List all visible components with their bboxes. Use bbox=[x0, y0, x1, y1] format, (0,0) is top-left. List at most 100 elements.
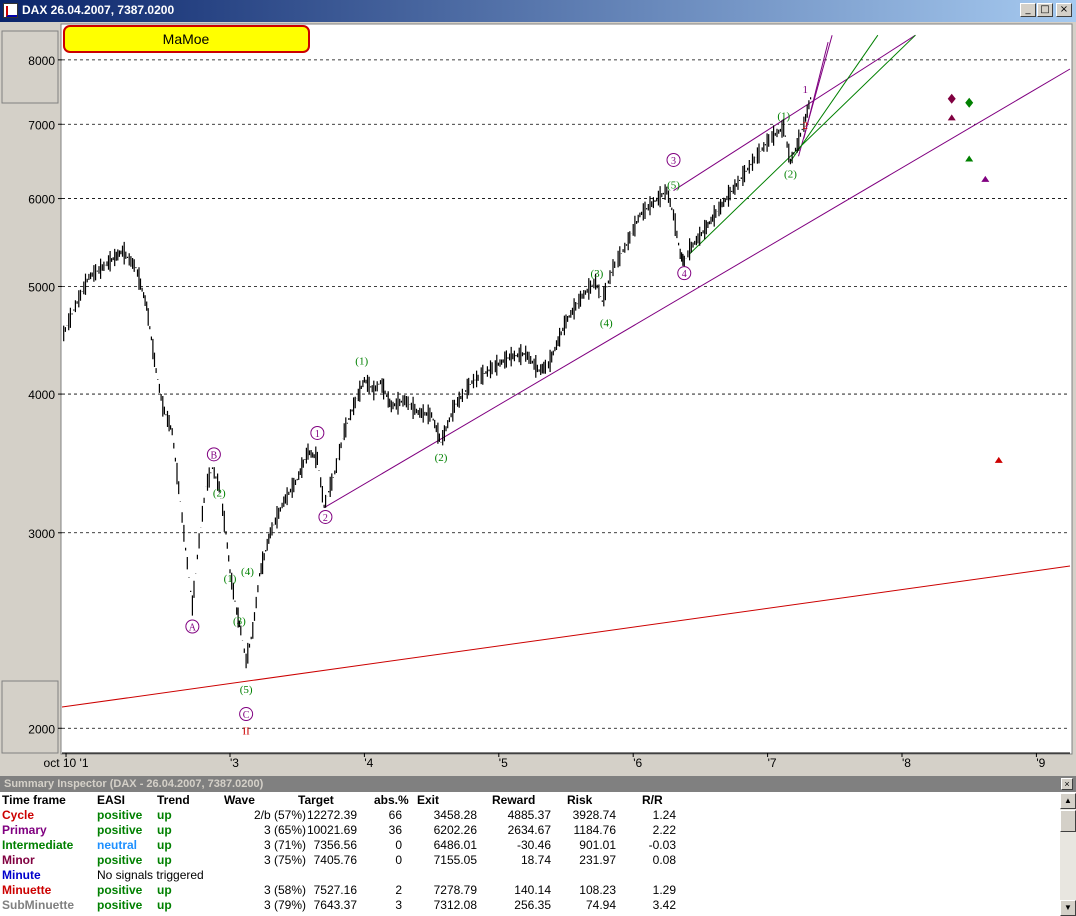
wave-label: (4) bbox=[600, 318, 613, 330]
wave-label: (3) bbox=[590, 268, 603, 280]
wave-label: (2) bbox=[213, 488, 226, 500]
cell-reward: 4885.37 bbox=[507, 808, 551, 822]
cell-reward: 140.14 bbox=[514, 883, 551, 897]
wave-label: II bbox=[242, 726, 250, 738]
cell-time-frame: Minor bbox=[2, 853, 35, 867]
col-risk: Risk bbox=[567, 793, 593, 807]
cell-reward: -30.46 bbox=[516, 838, 551, 852]
cell-trend: up bbox=[157, 898, 172, 912]
wave-label: (2) bbox=[784, 169, 797, 181]
cell-target: 12272.39 bbox=[306, 808, 357, 822]
cell-easi: positive bbox=[97, 883, 143, 897]
cell-time-frame: Minuette bbox=[2, 883, 52, 897]
cell-wave: 3 (79%) bbox=[263, 898, 306, 912]
maximize-button[interactable]: □ bbox=[1037, 3, 1053, 17]
x-tick-label: '8 bbox=[902, 756, 911, 770]
cell-trend: up bbox=[157, 838, 172, 852]
cell-time-frame: Primary bbox=[2, 823, 47, 837]
wave-label: C bbox=[243, 710, 250, 721]
cell-risk: 3928.74 bbox=[572, 808, 616, 822]
x-tick-label: '5 bbox=[499, 756, 508, 770]
scroll-down-icon[interactable]: ▼ bbox=[1060, 900, 1076, 916]
price-chart: 2000 3000 4000 5000 6000 7000 8000 oct 10 '1 '3… bbox=[0, 22, 1076, 776]
cell-time-frame: SubMinuette bbox=[2, 898, 74, 912]
cell-exit: 7312.08 bbox=[433, 898, 477, 912]
cell-easi: positive bbox=[97, 853, 143, 867]
wave-label: 4 bbox=[682, 269, 687, 280]
close-button[interactable]: × bbox=[1056, 3, 1072, 17]
cell-rr: 2.22 bbox=[652, 823, 676, 837]
cell-risk: 74.94 bbox=[585, 898, 616, 912]
cell-wave: 3 (75%) bbox=[263, 853, 306, 867]
axis-scroll-bottom[interactable] bbox=[1, 680, 59, 754]
inspector-scrollbar[interactable]: ▲ ▼ bbox=[1060, 793, 1076, 916]
cell-rr: -0.03 bbox=[648, 838, 676, 852]
wave-label: (4) bbox=[241, 566, 254, 578]
cell-trend: up bbox=[157, 883, 172, 897]
wave-label: B bbox=[211, 450, 218, 461]
inspector-close-button[interactable]: × bbox=[1061, 778, 1073, 790]
cell-time-frame: Minute bbox=[2, 868, 41, 882]
wave-label: (1) bbox=[224, 573, 237, 585]
cell-abs: 3 bbox=[395, 898, 402, 912]
y-tick-label: 6000 bbox=[28, 193, 55, 207]
cell-easi: neutral bbox=[97, 838, 138, 852]
cell-reward: 2634.67 bbox=[507, 823, 551, 837]
minimize-button[interactable]: _ bbox=[1020, 3, 1036, 17]
cell-abs: 36 bbox=[388, 823, 402, 837]
wave-label: 2 bbox=[323, 513, 328, 524]
wave-label: (3) bbox=[233, 616, 246, 628]
cell-reward: 256.35 bbox=[514, 898, 551, 912]
plot-area bbox=[60, 23, 1073, 755]
wave-label: 1 bbox=[802, 84, 808, 96]
cell-exit: 7155.05 bbox=[433, 853, 477, 867]
x-tick-label: '3 bbox=[230, 756, 239, 770]
cell-easi: No signals triggered bbox=[97, 868, 204, 882]
badge[interactable]: MaMoe bbox=[63, 25, 310, 53]
cell-easi: positive bbox=[97, 823, 143, 837]
badge-label: MaMoe bbox=[163, 31, 210, 47]
title-bar: DAX 26.04.2007, 7387.0200 _ □ × bbox=[0, 0, 1076, 22]
cell-abs: 66 bbox=[388, 808, 402, 822]
cell-rr: 0.08 bbox=[652, 853, 676, 867]
cell-trend: up bbox=[157, 808, 172, 822]
summary-inspector: Summary Inspector (DAX - 26.04.2007, 738… bbox=[0, 776, 1076, 916]
cell-risk: 108.23 bbox=[579, 883, 616, 897]
col-target: Target bbox=[298, 793, 334, 807]
col-trend: Trend bbox=[157, 793, 190, 807]
y-tick-label: 2000 bbox=[28, 722, 55, 736]
x-tick-label: oct 10 '1 bbox=[44, 756, 89, 770]
cell-time-frame: Cycle bbox=[2, 808, 35, 822]
wave-label: A bbox=[189, 623, 197, 634]
col-time-frame: Time frame bbox=[2, 793, 66, 807]
cell-trend: up bbox=[157, 853, 172, 867]
chart-app-icon bbox=[3, 3, 18, 18]
cell-abs: 0 bbox=[395, 853, 402, 867]
x-tick-label: '6 bbox=[633, 756, 642, 770]
wave-label: (1) bbox=[777, 110, 790, 122]
cell-rr: 1.29 bbox=[652, 883, 676, 897]
cell-wave: 2/b (57%) bbox=[253, 808, 306, 822]
cell-target: 7405.76 bbox=[313, 853, 357, 867]
y-tick-label: 5000 bbox=[28, 280, 55, 294]
cell-risk: 1184.76 bbox=[573, 823, 617, 837]
cell-rr: 3.42 bbox=[652, 898, 676, 912]
wave-label: 1 bbox=[315, 429, 320, 440]
y-tick-label: 3000 bbox=[28, 527, 55, 541]
cell-abs: 2 bbox=[395, 883, 402, 897]
col-reward: Reward bbox=[492, 793, 536, 807]
cell-wave: 3 (71%) bbox=[263, 838, 306, 852]
cell-exit: 7278.79 bbox=[433, 883, 477, 897]
wave-label: (5) bbox=[667, 179, 680, 191]
cell-wave: 3 (65%) bbox=[263, 823, 306, 837]
scroll-up-icon[interactable]: ▲ bbox=[1060, 793, 1076, 809]
cell-easi: positive bbox=[97, 808, 143, 822]
cell-rr: 1.24 bbox=[652, 808, 676, 822]
wave-label: (2) bbox=[435, 452, 448, 464]
cell-target: 7643.37 bbox=[313, 898, 357, 912]
inspector-title: Summary Inspector (DAX - 26.04.2007, 738… bbox=[0, 776, 1076, 792]
wave-label: (1) bbox=[355, 355, 368, 367]
cell-easi: positive bbox=[97, 898, 143, 912]
chart-area: 2000 3000 4000 5000 6000 7000 8000 oct 10 '1 '3… bbox=[0, 22, 1076, 776]
scroll-thumb[interactable] bbox=[1060, 810, 1076, 832]
